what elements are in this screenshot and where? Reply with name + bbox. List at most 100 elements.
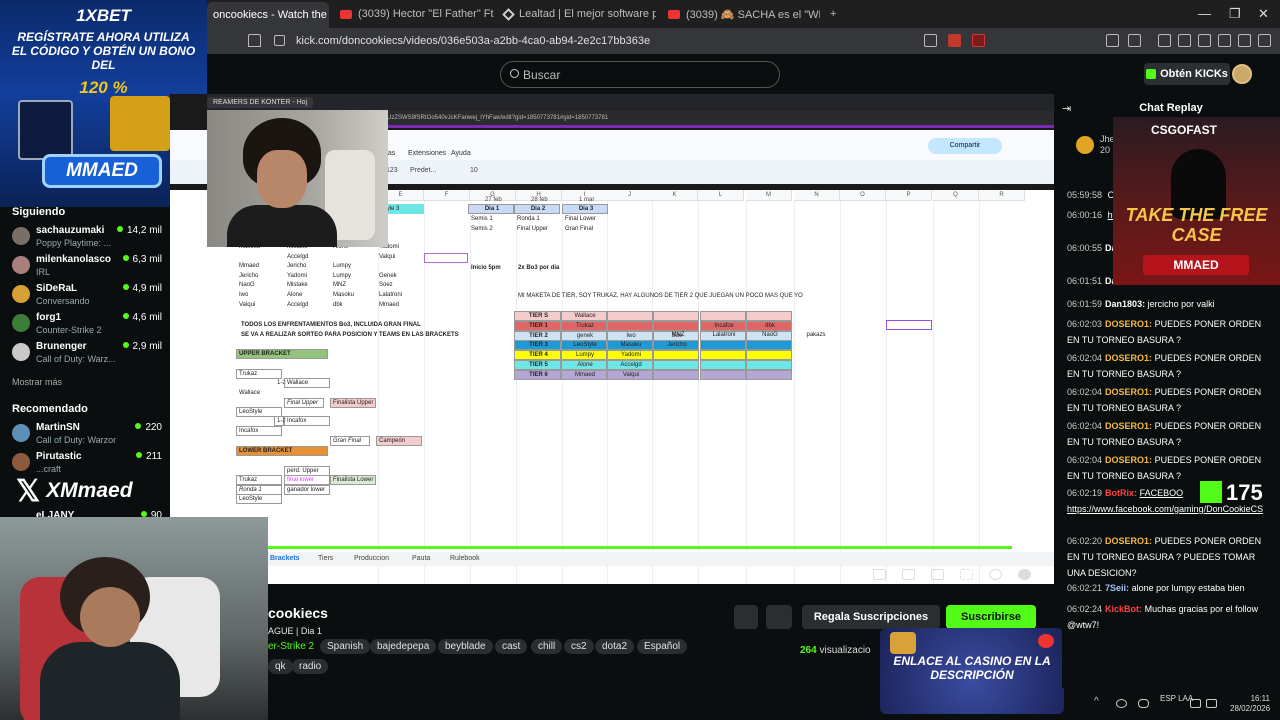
microphone-icon[interactable] xyxy=(1138,699,1149,708)
url-field[interactable]: kick.com/doncookiecs/videos/036e503a-a2b… xyxy=(270,32,970,50)
extension-icon[interactable] xyxy=(1128,34,1141,47)
tag-chip[interactable]: qk xyxy=(268,659,293,674)
sidebar-channel-martinsn[interactable]: MartinSN Call of Duty: Warzone 220 xyxy=(12,422,162,448)
tag-chip[interactable]: Español xyxy=(637,639,688,654)
tag-chip[interactable]: beyblade xyxy=(438,639,493,654)
channel-title[interactable]: cookiecs xyxy=(268,605,328,621)
sheet-cell: TIER 4 xyxy=(514,350,561,360)
browser-tab[interactable]: Lealtad | El mejor software para pote xyxy=(498,4,656,24)
sheet-cell: Campeón xyxy=(376,436,422,446)
sidebar-icon[interactable] xyxy=(1178,34,1191,47)
chat-username[interactable]: DOSERO1: xyxy=(1105,455,1152,465)
sheet-cell: Final Upper xyxy=(517,225,549,232)
browser-tab-active[interactable]: oncookiecs - Watch the VOD ✕ xyxy=(207,2,329,28)
row-number xyxy=(172,379,176,389)
browser-tab[interactable]: (3039) 🙈 SACHA es el "WESTCOL de xyxy=(662,4,820,24)
theater-icon[interactable] xyxy=(931,569,944,580)
row-number xyxy=(172,310,176,320)
chat-username[interactable]: BotRix: xyxy=(1105,488,1137,498)
volume-icon[interactable] xyxy=(1206,699,1217,708)
clock[interactable]: 16:11 28/02/2026 xyxy=(1230,694,1270,714)
sidebar-channel-sideral[interactable]: SiDeRaL Conversando 4,9 mil xyxy=(12,283,162,309)
1xbet-logo: 1XBET xyxy=(76,6,131,25)
sidebar-channel-forg1[interactable]: forg1 Counter-Strike 2 4,6 mil xyxy=(12,312,162,338)
vpn-icon[interactable] xyxy=(1238,34,1251,47)
category-link[interactable]: er-Strike 2 xyxy=(268,641,314,652)
tray-chevron-icon[interactable]: ^ xyxy=(1094,696,1099,707)
tab-title: (3039) Hector "El Father" Ft. Wise - S xyxy=(358,8,494,20)
music-icon[interactable] xyxy=(1158,34,1171,47)
brave-shield-icon[interactable] xyxy=(948,34,961,47)
row-number xyxy=(172,223,176,233)
sheet-cell: Lumpy xyxy=(561,350,607,360)
sheet-cell: TIER 1 xyxy=(514,320,561,331)
sidebar-channel-sachauzumaki[interactable]: sachauzumaki Poppy Playtime: ... 14,2 mi… xyxy=(12,225,162,251)
browser-tab[interactable]: (3039) Hector "El Father" Ft. Wise - S xyxy=(334,4,494,24)
chat-username[interactable]: DOSERO1: xyxy=(1105,387,1152,397)
avatar xyxy=(12,227,30,245)
user-avatar[interactable] xyxy=(1232,64,1252,84)
pip-icon[interactable] xyxy=(873,569,886,580)
column-header: F xyxy=(424,190,470,201)
chat-username[interactable]: Dan1803: xyxy=(1105,299,1145,309)
gift-subs-button[interactable]: Regala Suscripciones xyxy=(802,605,940,629)
extension-icon[interactable] xyxy=(972,34,985,47)
chat-username[interactable]: DOSERO1: xyxy=(1105,353,1152,363)
channel-game: Counter-Strike 2 xyxy=(36,325,102,335)
language-indicator[interactable]: ESP LAA xyxy=(1160,694,1193,704)
chat-username[interactable]: KickBot: xyxy=(1105,604,1142,614)
sheet-cell: Gran Final xyxy=(565,225,594,232)
minimize-icon[interactable]: — xyxy=(1198,6,1211,21)
network-icon[interactable] xyxy=(1190,699,1201,708)
tag-chip[interactable]: cs2 xyxy=(564,639,594,654)
site-info-icon[interactable] xyxy=(274,35,285,46)
sidebar-channel-brunenger[interactable]: Brunenger Call of Duty: Warz... 2,9 mil xyxy=(12,341,162,367)
sheet-cell: SE VA A REALIZAR SORTEO PARA POSICION Y … xyxy=(241,332,459,338)
sheet-cell xyxy=(746,369,792,380)
show-more-link[interactable]: Mostrar más xyxy=(12,377,62,387)
translate-icon[interactable] xyxy=(1198,34,1211,47)
viewer-count: 14,2 mil xyxy=(117,225,162,236)
settings-icon[interactable] xyxy=(1018,569,1031,580)
share-button: Compartir xyxy=(928,138,1002,154)
tag-chip[interactable]: Spanish xyxy=(320,639,371,654)
chat-username[interactable]: DOSERO1: xyxy=(1105,319,1152,329)
extension-icon[interactable] xyxy=(1106,34,1119,47)
notification-bell-button[interactable] xyxy=(734,605,758,629)
subscribe-button[interactable]: Suscribirse xyxy=(946,605,1036,629)
onedrive-icon[interactable] xyxy=(1116,699,1127,708)
follow-heart-button[interactable] xyxy=(766,605,792,629)
menu-icon[interactable] xyxy=(1258,34,1271,47)
tag-chip[interactable]: dota2 xyxy=(595,639,635,654)
sheet-cell: pakazs xyxy=(806,332,826,338)
search-input[interactable]: Buscar xyxy=(500,61,780,88)
close-window-icon[interactable]: ✕ xyxy=(1258,6,1269,22)
tag-chip[interactable]: radio xyxy=(292,659,329,674)
channel-name: forg1 xyxy=(36,312,61,323)
chat-username[interactable]: DOSERO1: xyxy=(1105,421,1152,431)
chat-message: 06:02:24 KickBot: Muchas gracias por el f… xyxy=(1067,601,1272,633)
clip-icon[interactable] xyxy=(902,569,915,580)
chat-username[interactable]: 7Seii: xyxy=(1105,583,1129,593)
fullscreen-icon[interactable] xyxy=(960,569,973,580)
share-icon[interactable] xyxy=(924,34,937,47)
channel-game: IRL xyxy=(36,267,51,277)
new-tab-button[interactable]: + xyxy=(824,4,844,24)
bookmark-icon[interactable] xyxy=(248,34,261,47)
sheet-cell: Soez xyxy=(379,282,393,289)
sheet-cell: Jericho xyxy=(239,272,259,279)
sheet-cell: Dia 2 xyxy=(514,204,560,214)
chat-username[interactable]: DOSERO1: xyxy=(1105,536,1152,546)
sheet-cell: Accelgd xyxy=(287,253,309,260)
row-number xyxy=(172,369,176,379)
grid-line xyxy=(886,201,887,584)
maximize-icon[interactable]: ❐ xyxy=(1229,6,1241,22)
quality-icon[interactable] xyxy=(989,569,1002,580)
sidebar-channel-milenkanolasco[interactable]: milenkanolasco IRL 6,3 mil xyxy=(12,254,162,280)
tag-chip[interactable]: cast xyxy=(495,639,528,654)
tag-chip[interactable]: bajedepepa xyxy=(370,639,437,654)
get-kicks-button[interactable]: Obtén KICKs xyxy=(1144,63,1230,85)
download-icon[interactable] xyxy=(1218,34,1231,47)
tag-chip[interactable]: chill xyxy=(531,639,563,654)
video-progress-bar[interactable] xyxy=(268,546,1012,549)
